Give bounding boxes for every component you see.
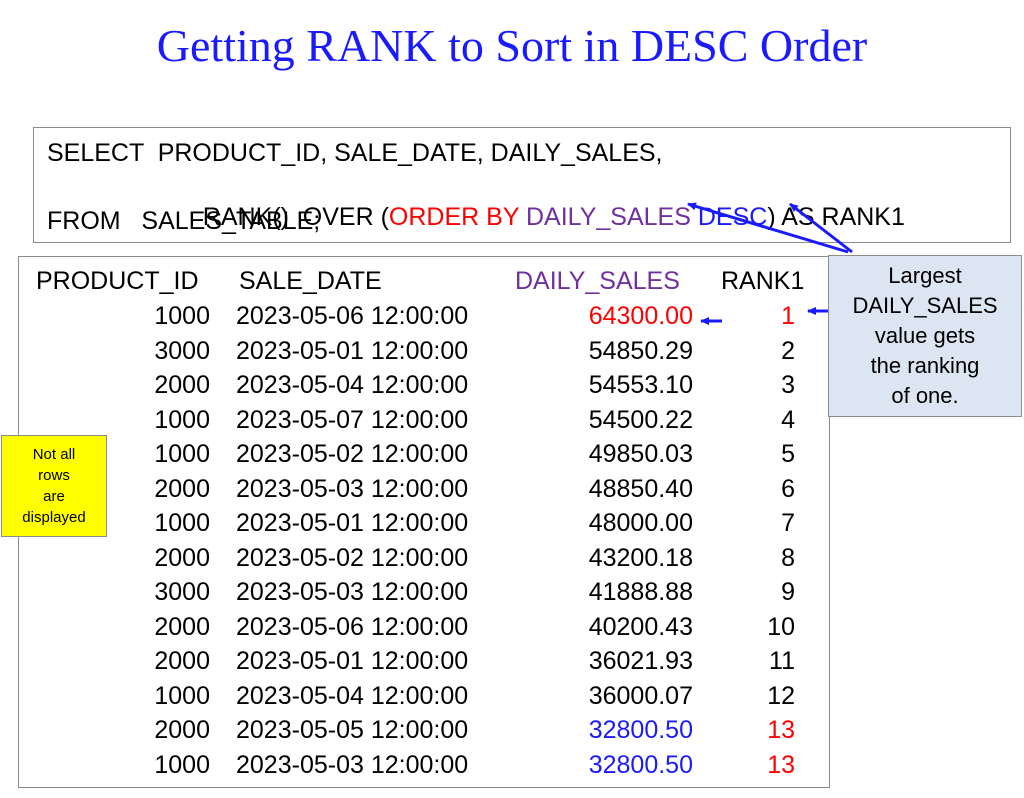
note-box: Not all rows are displayed [1,435,107,537]
cell-product-id: 1000 [154,302,210,330]
cell-rank1: 7 [781,509,795,537]
cell-product-id: 1000 [154,405,210,434]
cell-sale-date: 2023-05-01 12:00:00 [236,336,469,365]
cell-product-id: 2000 [154,716,210,744]
header-daily-sales: DAILY_SALES [515,267,680,295]
sql-line-from: FROM SALES_TABLE; [47,207,321,235]
cell-sale-date: 2023-05-01 12:00:00 [236,647,469,675]
header-product-id: PRODUCT_ID [36,267,199,295]
cell-sale-date: 2023-05-06 12:00:00 [236,302,469,330]
sql-daily-sales-column: DAILY_SALES [526,203,698,231]
cell-sale-date: 2023-05-01 12:00:00 [236,509,469,537]
cell-rank1: 6 [781,474,795,503]
cell-product-id: 3000 [154,336,210,365]
callout-box: Largest DAILY_SALES value gets the ranki… [828,255,1022,417]
callout-text: Largest DAILY_SALES value gets the ranki… [852,263,998,408]
sql-as-rank1: ) AS RANK1 [767,203,905,231]
cell-sale-date: 2023-05-04 12:00:00 [236,681,469,710]
page-title: Getting RANK to Sort in DESC Order [156,20,868,71]
cell-sale-date: 2023-05-02 12:00:00 [236,440,469,468]
cell-rank1: 3 [781,371,795,399]
cell-product-id: 2000 [154,371,210,399]
cell-rank1: 2 [781,336,795,365]
cell-product-id: 3000 [154,578,210,606]
cell-rank1: 1 [781,302,795,330]
header-sale-date: SALE_DATE [239,267,382,295]
sql-desc-keyword: DESC [697,203,768,231]
cell-product-id: 2000 [154,612,210,641]
cell-sale-date: 2023-05-03 12:00:00 [236,750,469,779]
cell-rank1: 12 [767,681,795,710]
cell-sale-date: 2023-05-07 12:00:00 [236,405,469,434]
cell-product-id: 1000 [154,750,210,779]
sql-line-select: SELECT PRODUCT_ID, SALE_DATE, DAILY_SALE… [47,139,663,167]
cell-rank1: 5 [781,440,795,468]
cell-sale-date: 2023-05-04 12:00:00 [236,371,469,399]
cell-sale-date: 2023-05-06 12:00:00 [236,612,469,641]
cell-sale-date: 2023-05-03 12:00:00 [236,474,469,503]
cell-rank1: 10 [767,612,795,641]
cell-rank1: 13 [767,750,795,779]
cell-product-id: 1000 [154,681,210,710]
note-text: Not all rows are displayed [22,446,86,526]
cell-rank1: 8 [781,543,795,572]
result-table: PRODUCT_ID SALE_DATE DAILY_SALES RANK1 1… [18,256,830,788]
cell-product-id: 2000 [154,647,210,675]
cell-sale-date: 2023-05-05 12:00:00 [236,716,469,744]
cell-rank1: 9 [781,578,795,606]
sql-order-by-keyword: ORDER BY [388,203,526,231]
sql-query-box: SELECT PRODUCT_ID, SALE_DATE, DAILY_SALE… [33,127,1011,243]
cell-rank1: 11 [769,647,795,675]
header-rank1: RANK1 [721,267,805,295]
cell-product-id: 2000 [154,543,210,572]
cell-rank1: 4 [781,405,795,434]
cell-sale-date: 2023-05-03 12:00:00 [236,578,469,606]
cell-rank1: 13 [767,716,795,744]
cell-sale-date: 2023-05-02 12:00:00 [236,543,469,572]
